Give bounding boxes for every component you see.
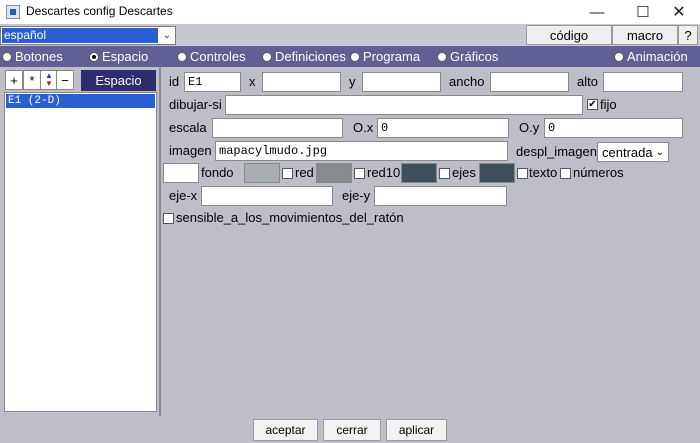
fijo-label: fijo: [600, 97, 617, 112]
fijo-checkbox[interactable]: ✔: [587, 99, 598, 110]
red-color-swatch[interactable]: [244, 163, 280, 183]
dibujar-si-label: dibujar-si: [169, 97, 222, 112]
texto-color-swatch[interactable]: [479, 163, 515, 183]
imagen-label: imagen: [169, 143, 212, 158]
space-list[interactable]: E1 (2-D): [4, 92, 157, 412]
x-label: x: [249, 74, 256, 89]
escala-label: escala: [169, 120, 207, 135]
window-title: Descartes config Descartes: [26, 4, 173, 18]
list-item[interactable]: E1 (2-D): [6, 94, 155, 108]
radio-icon: [262, 51, 272, 62]
codigo-button[interactable]: código: [526, 25, 612, 45]
add-button[interactable]: +: [5, 70, 23, 90]
id-field[interactable]: E1: [184, 72, 241, 92]
ejes-color-swatch[interactable]: [401, 163, 437, 183]
ancho-label: ancho: [449, 74, 485, 89]
sensible-checkbox[interactable]: [163, 213, 174, 224]
x-field[interactable]: [262, 72, 341, 92]
red10-color-swatch[interactable]: [316, 163, 352, 183]
radio-icon: [2, 51, 12, 62]
red10-label: red10: [367, 165, 401, 180]
help-button[interactable]: ?: [678, 25, 698, 45]
imagen-field[interactable]: mapacylmudo.jpg: [215, 141, 508, 161]
radio-icon: [177, 51, 187, 62]
alto-field[interactable]: [603, 72, 683, 92]
tab-animacion[interactable]: Animación: [614, 47, 688, 66]
sensible-label: sensible_a_los_movimientos_del_ratón: [176, 210, 404, 225]
chevron-down-icon: ⌄: [655, 146, 664, 158]
tab-definiciones[interactable]: Definiciones: [262, 47, 346, 66]
red-checkbox[interactable]: [282, 168, 293, 179]
arrow-down-icon: ▼: [45, 79, 53, 88]
id-label: id: [169, 74, 180, 89]
tab-label: Gráficos: [450, 49, 499, 64]
chevron-down-icon[interactable]: ⌄: [159, 27, 175, 44]
y-field[interactable]: [362, 72, 441, 92]
remove-button[interactable]: −: [56, 70, 74, 90]
red10-checkbox[interactable]: [354, 168, 365, 179]
tab-controles[interactable]: Controles: [177, 47, 246, 66]
tab-label: Animación: [627, 49, 688, 64]
aplicar-button[interactable]: aplicar: [386, 419, 447, 441]
red-label: red: [295, 165, 314, 180]
minimize-button[interactable]: —: [574, 0, 620, 24]
alto-label: alto: [577, 74, 598, 89]
despl-imagen-select[interactable]: centrada ⌄: [597, 142, 669, 162]
ejes-label: ejes: [452, 165, 476, 180]
numeros-checkbox[interactable]: [560, 168, 571, 179]
tab-espacio[interactable]: Espacio: [89, 47, 148, 66]
tab-label: Programa: [363, 49, 421, 64]
tab-label: Controles: [190, 49, 246, 64]
escala-field[interactable]: [212, 118, 343, 138]
radio-icon: [437, 51, 447, 62]
ejes-checkbox[interactable]: [439, 168, 450, 179]
aceptar-button[interactable]: aceptar: [253, 419, 318, 441]
language-value: español: [2, 28, 158, 43]
tab-graficos[interactable]: Gráficos: [437, 47, 498, 66]
space-list-header: Espacio: [81, 70, 156, 91]
ancho-field[interactable]: [490, 72, 569, 92]
fondo-label: fondo: [201, 165, 234, 180]
radio-selected-icon: [89, 51, 99, 62]
oy-label: O.y: [519, 120, 540, 135]
eje-x-label: eje-x: [169, 188, 198, 203]
close-button[interactable]: ✕: [656, 0, 700, 24]
duplicate-button[interactable]: *: [23, 70, 41, 90]
ox-field[interactable]: 0: [377, 118, 509, 138]
texto-label: texto: [529, 165, 558, 180]
numeros-label: números: [573, 165, 624, 180]
app-icon: [6, 5, 20, 19]
texto-checkbox[interactable]: [517, 168, 528, 179]
tab-programa[interactable]: Programa: [350, 47, 420, 66]
tab-label: Botones: [15, 49, 63, 64]
cerrar-button[interactable]: cerrar: [323, 419, 381, 441]
language-select[interactable]: español ⌄: [0, 26, 176, 45]
despl-imagen-value: centrada: [602, 144, 653, 160]
y-label: y: [349, 74, 356, 89]
eje-y-field[interactable]: [374, 186, 507, 206]
tab-botones[interactable]: Botones: [2, 47, 63, 66]
macro-button[interactable]: macro: [612, 25, 678, 45]
ox-label: O.x: [353, 120, 374, 135]
fondo-color-swatch[interactable]: [163, 163, 199, 183]
radio-icon: [614, 51, 624, 62]
panel-divider[interactable]: [159, 67, 161, 416]
tab-label: Definiciones: [275, 49, 346, 64]
radio-icon: [350, 51, 360, 62]
tab-label: Espacio: [102, 49, 149, 64]
eje-x-field[interactable]: [201, 186, 333, 206]
despl-imagen-label: despl_imagen: [516, 144, 597, 159]
eje-y-label: eje-y: [342, 188, 371, 203]
oy-field[interactable]: 0: [544, 118, 683, 138]
dibujar-si-field[interactable]: [225, 95, 583, 115]
